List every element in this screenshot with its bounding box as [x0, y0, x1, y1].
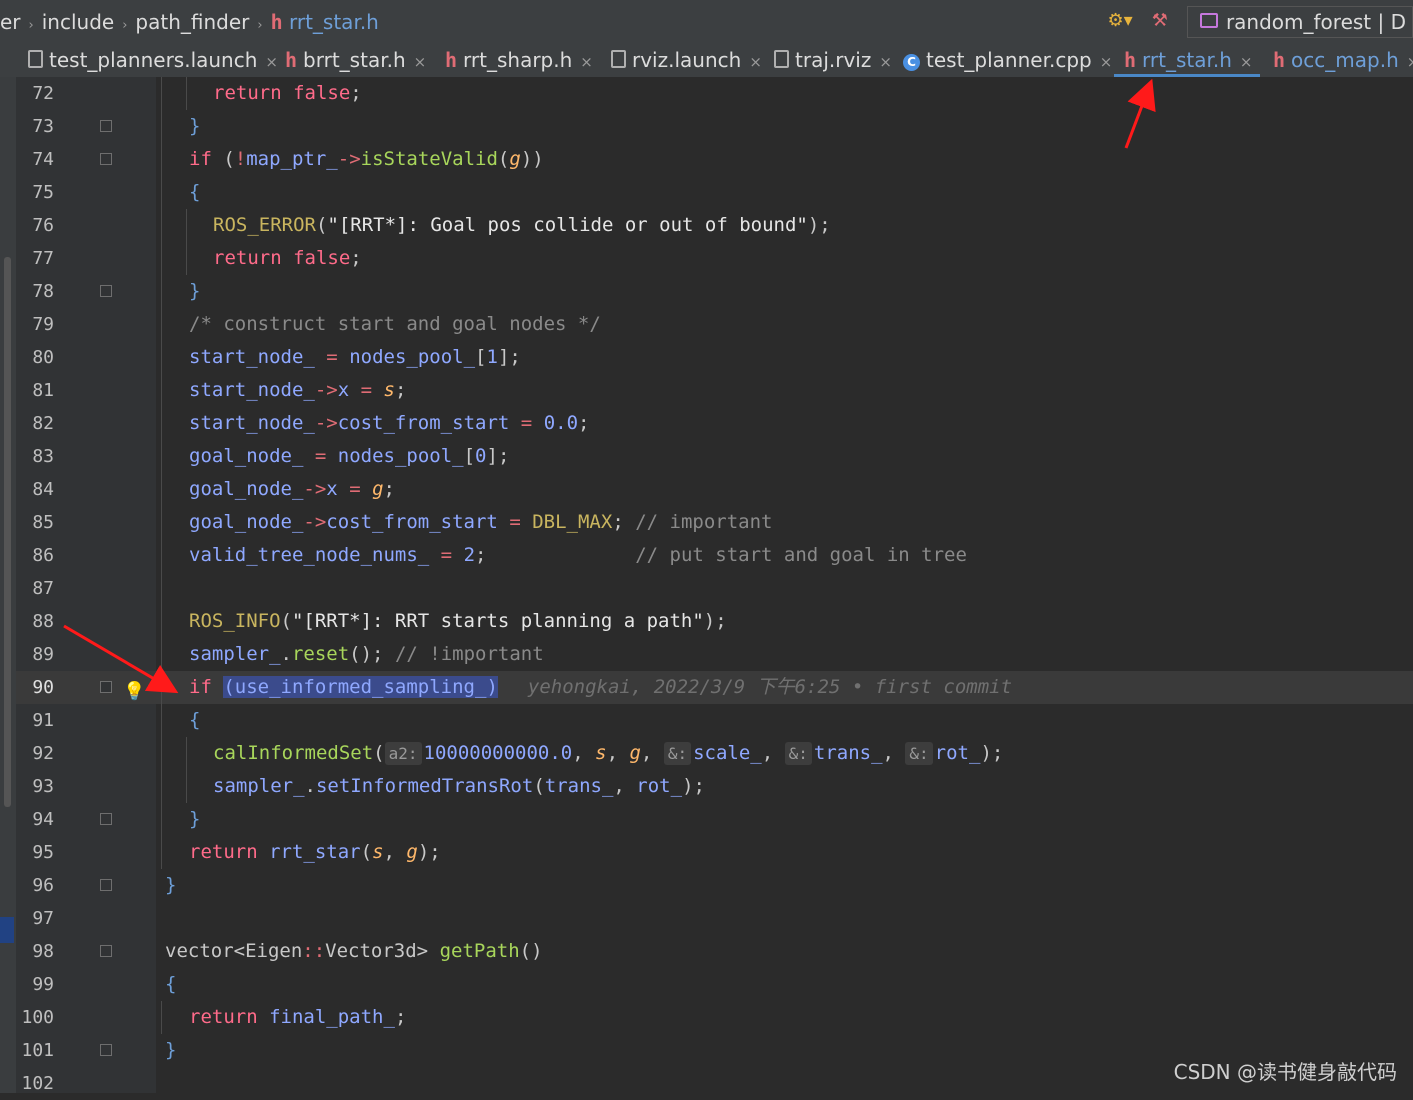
arrow-to-if-annotation	[63, 624, 179, 694]
arrow-to-tab-annotation	[1124, 78, 1156, 149]
annotation-arrows	[63, 78, 1156, 694]
watermark: CSDN @读书健身敲代码	[1173, 1060, 1397, 1084]
